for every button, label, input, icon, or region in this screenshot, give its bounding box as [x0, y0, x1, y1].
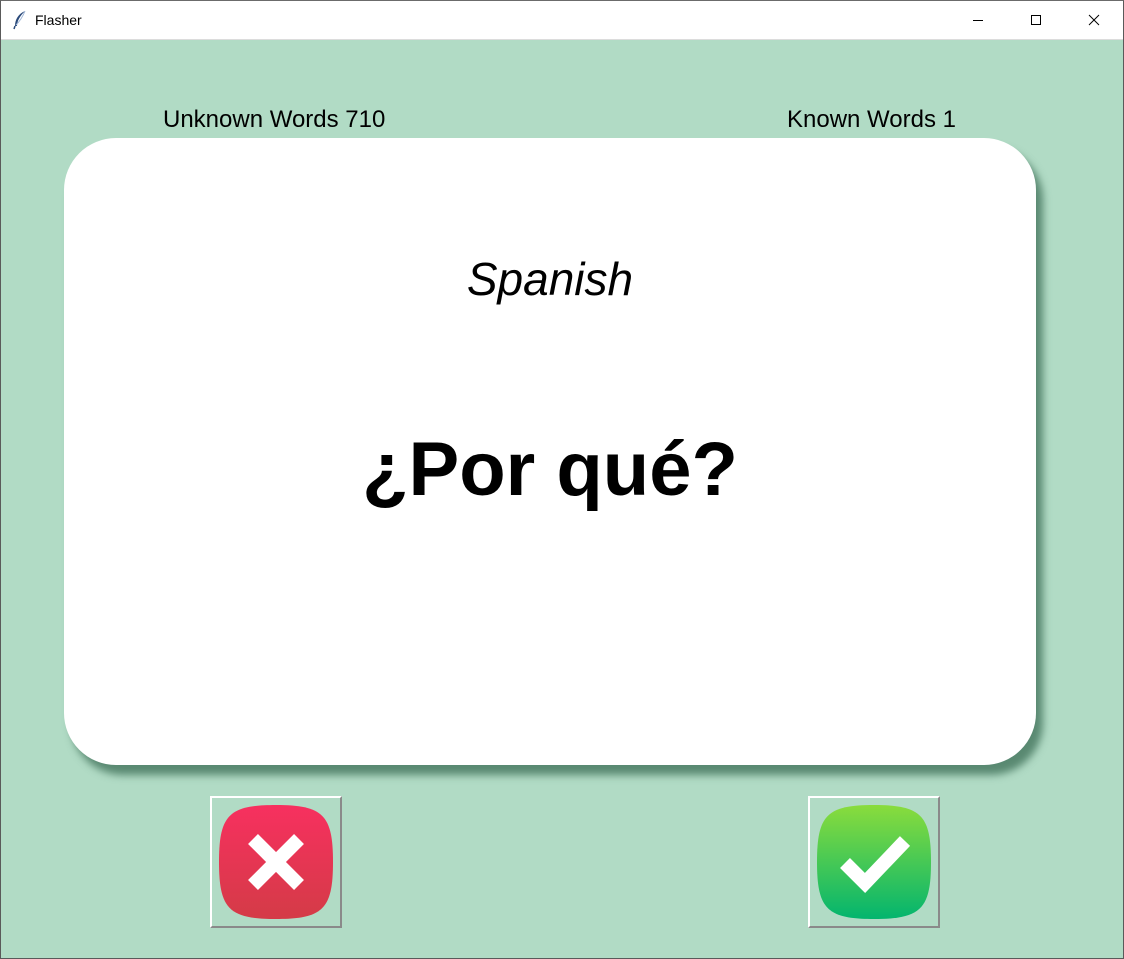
x-icon	[219, 805, 333, 919]
card-language-label: Spanish	[466, 253, 634, 305]
checkmark-icon	[817, 805, 931, 919]
feather-icon	[12, 10, 28, 30]
known-words-counter: Known Words 1	[787, 106, 956, 133]
close-icon	[1088, 14, 1100, 26]
maximize-icon	[1031, 15, 1041, 25]
close-button[interactable]	[1065, 1, 1123, 39]
window-title: Flasher	[35, 12, 82, 28]
minimize-button[interactable]	[949, 1, 1007, 39]
known-button[interactable]	[808, 796, 940, 928]
app-window: Flasher Unknown Words 710 Known Words 1 …	[0, 0, 1124, 959]
unknown-words-counter: Unknown Words 710	[163, 106, 386, 133]
minimize-icon	[973, 20, 983, 21]
card-word: ¿Por qué?	[362, 427, 738, 512]
main-canvas: Unknown Words 710 Known Words 1 Spanish …	[1, 40, 1123, 958]
title-bar: Flasher	[1, 1, 1123, 40]
unknown-button[interactable]	[210, 796, 342, 928]
maximize-button[interactable]	[1007, 1, 1065, 39]
flash-card[interactable]: Spanish ¿Por qué?	[64, 138, 1036, 765]
